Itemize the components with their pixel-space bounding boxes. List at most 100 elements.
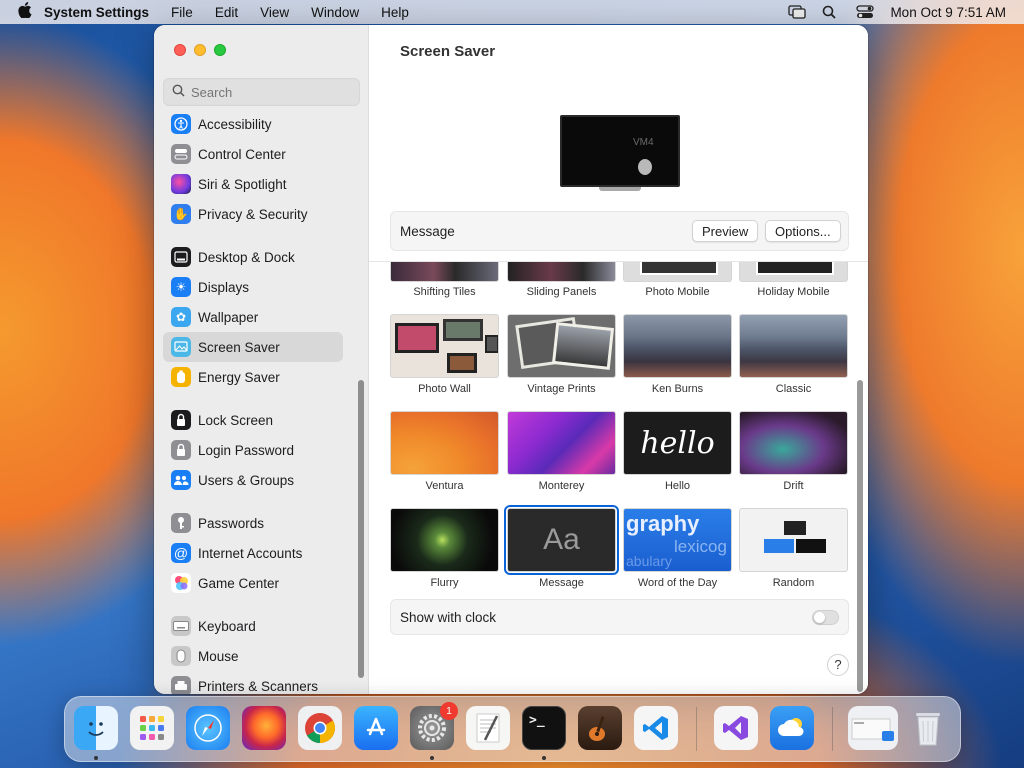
sidebar-item-control-center[interactable]: Control Center — [163, 139, 343, 169]
saver-tile-random[interactable] — [739, 508, 848, 572]
trash-icon[interactable] — [906, 706, 950, 750]
sidebar-item-desktop-dock[interactable]: Desktop & Dock — [163, 242, 343, 272]
saver-tile-word-of-the-day[interactable]: graphy lexicog abulary — [623, 508, 732, 572]
running-indicator — [542, 756, 546, 760]
sidebar-item-label: Users & Groups — [198, 472, 295, 488]
help-button[interactable]: ? — [827, 654, 849, 676]
saver-tile-classic[interactable] — [739, 314, 848, 378]
battery-icon — [171, 367, 191, 387]
launchpad-icon[interactable] — [130, 706, 174, 750]
weather-icon[interactable] — [770, 706, 814, 750]
sidebar-item-passwords[interactable]: Passwords — [163, 508, 343, 538]
sidebar-item-screen-saver[interactable]: Screen Saver — [163, 332, 343, 362]
sidebar-item-label: Login Password — [198, 442, 295, 458]
preview-text: VM4 — [633, 137, 654, 148]
vscode-icon[interactable] — [634, 706, 678, 750]
dock-separator — [832, 707, 833, 751]
saver-tile-sliding-panels[interactable] — [507, 262, 616, 282]
sidebar-item-keyboard[interactable]: Keyboard — [163, 611, 343, 641]
search-input[interactable] — [191, 84, 351, 100]
zoom-button[interactable] — [214, 44, 226, 56]
saver-tile-holiday-mobile[interactable] — [739, 262, 848, 282]
finder-icon[interactable] — [74, 706, 118, 750]
firefox-icon[interactable] — [242, 706, 286, 750]
mouse-icon — [171, 646, 191, 666]
running-indicator — [430, 756, 434, 760]
saver-tile-photo-mobile[interactable] — [623, 262, 732, 282]
search-field[interactable] — [163, 78, 360, 106]
show-with-clock-toggle[interactable] — [812, 610, 839, 625]
saver-tile-monterey[interactable] — [507, 411, 616, 475]
users-icon — [171, 470, 191, 490]
saver-tile-message[interactable]: Aa — [504, 505, 619, 575]
show-with-clock-row: Show with clock — [390, 599, 849, 635]
saver-tile-ventura[interactable] — [390, 411, 499, 475]
preview-button[interactable]: Preview — [692, 220, 759, 242]
saver-label: Sliding Panels — [526, 286, 597, 298]
sidebar-item-mouse[interactable]: Mouse — [163, 641, 343, 671]
sidebar: Accessibility Control Center Siri & Spot… — [154, 25, 369, 694]
sidebar-item-label: Desktop & Dock — [198, 249, 295, 265]
menu-app-name[interactable]: System Settings — [44, 5, 149, 20]
at-icon: @ — [171, 543, 191, 563]
visual-studio-icon[interactable] — [714, 706, 758, 750]
control-center-icon — [171, 144, 191, 164]
saver-tile-vintage-prints[interactable] — [507, 314, 616, 378]
saver-tile-drift[interactable] — [739, 411, 848, 475]
saver-tile-flurry[interactable] — [390, 508, 499, 572]
sidebar-item-label: Game Center — [198, 575, 280, 591]
saver-label: Vintage Prints — [527, 383, 596, 395]
app-store-icon[interactable] — [354, 706, 398, 750]
main-scrollbar[interactable] — [857, 380, 863, 692]
window-controls — [174, 44, 226, 56]
keyboard-icon — [171, 616, 191, 636]
options-button[interactable]: Options... — [765, 220, 841, 242]
sidebar-item-label: Privacy & Security — [198, 206, 308, 222]
sidebar-item-internet-accounts[interactable]: @ Internet Accounts — [163, 538, 343, 568]
sidebar-item-siri-spotlight[interactable]: Siri & Spotlight — [163, 169, 343, 199]
close-button[interactable] — [174, 44, 186, 56]
sidebar-item-label: Lock Screen — [198, 412, 274, 428]
system-settings-icon[interactable]: 1 — [410, 702, 458, 750]
sidebar-item-game-center[interactable]: Game Center — [163, 568, 343, 598]
screen-mirroring-icon[interactable] — [788, 5, 807, 19]
sidebar-scrollbar[interactable] — [358, 380, 364, 678]
saver-tile-ken-burns[interactable] — [623, 314, 732, 378]
menu-window[interactable]: Window — [311, 5, 359, 20]
chrome-icon[interactable] — [298, 706, 342, 750]
sidebar-item-displays[interactable]: ☀ Displays — [163, 272, 343, 302]
sidebar-item-accessibility[interactable]: Accessibility — [163, 111, 343, 139]
menu-edit[interactable]: Edit — [215, 5, 238, 20]
menu-view[interactable]: View — [260, 5, 289, 20]
hand-icon: ✋ — [171, 204, 191, 224]
safari-icon[interactable] — [186, 706, 230, 750]
sidebar-item-label: Displays — [198, 279, 250, 295]
apple-menu-icon[interactable] — [18, 2, 44, 22]
spotlight-search-icon[interactable] — [822, 5, 840, 19]
garageband-icon[interactable] — [578, 706, 622, 750]
sidebar-item-printers-scanners[interactable]: Printers & Scanners — [163, 671, 343, 694]
message-preview-text: Aa — [543, 523, 580, 556]
minimize-button[interactable] — [194, 44, 206, 56]
preview-window-icon[interactable] — [848, 706, 898, 750]
sidebar-item-login-password[interactable]: Login Password — [163, 435, 343, 465]
sidebar-item-lock-screen[interactable]: Lock Screen — [163, 405, 343, 435]
saver-label: Monterey — [538, 480, 585, 492]
textedit-icon[interactable] — [466, 706, 510, 750]
menu-file[interactable]: File — [171, 5, 193, 20]
sidebar-item-energy-saver[interactable]: Energy Saver — [163, 362, 343, 392]
saver-tile-hello[interactable]: hello — [623, 411, 732, 475]
sidebar-item-wallpaper[interactable]: ✿ Wallpaper — [163, 302, 343, 332]
hello-text: hello — [640, 425, 715, 461]
terminal-icon[interactable]: >_ — [522, 706, 566, 750]
saver-label: Photo Mobile — [645, 286, 710, 298]
sidebar-item-privacy-security[interactable]: ✋ Privacy & Security — [163, 199, 343, 229]
control-center-icon[interactable] — [856, 5, 875, 19]
menu-help[interactable]: Help — [381, 5, 409, 20]
saver-tile-photo-wall[interactable] — [390, 314, 499, 378]
sidebar-item-label: Keyboard — [198, 618, 256, 634]
saver-tile-shifting-tiles[interactable] — [390, 262, 499, 282]
sidebar-item-users-groups[interactable]: Users & Groups — [163, 465, 343, 495]
sun-icon: ☀ — [171, 277, 191, 297]
menu-clock[interactable]: Mon Oct 9 7:51 AM — [890, 5, 1006, 20]
